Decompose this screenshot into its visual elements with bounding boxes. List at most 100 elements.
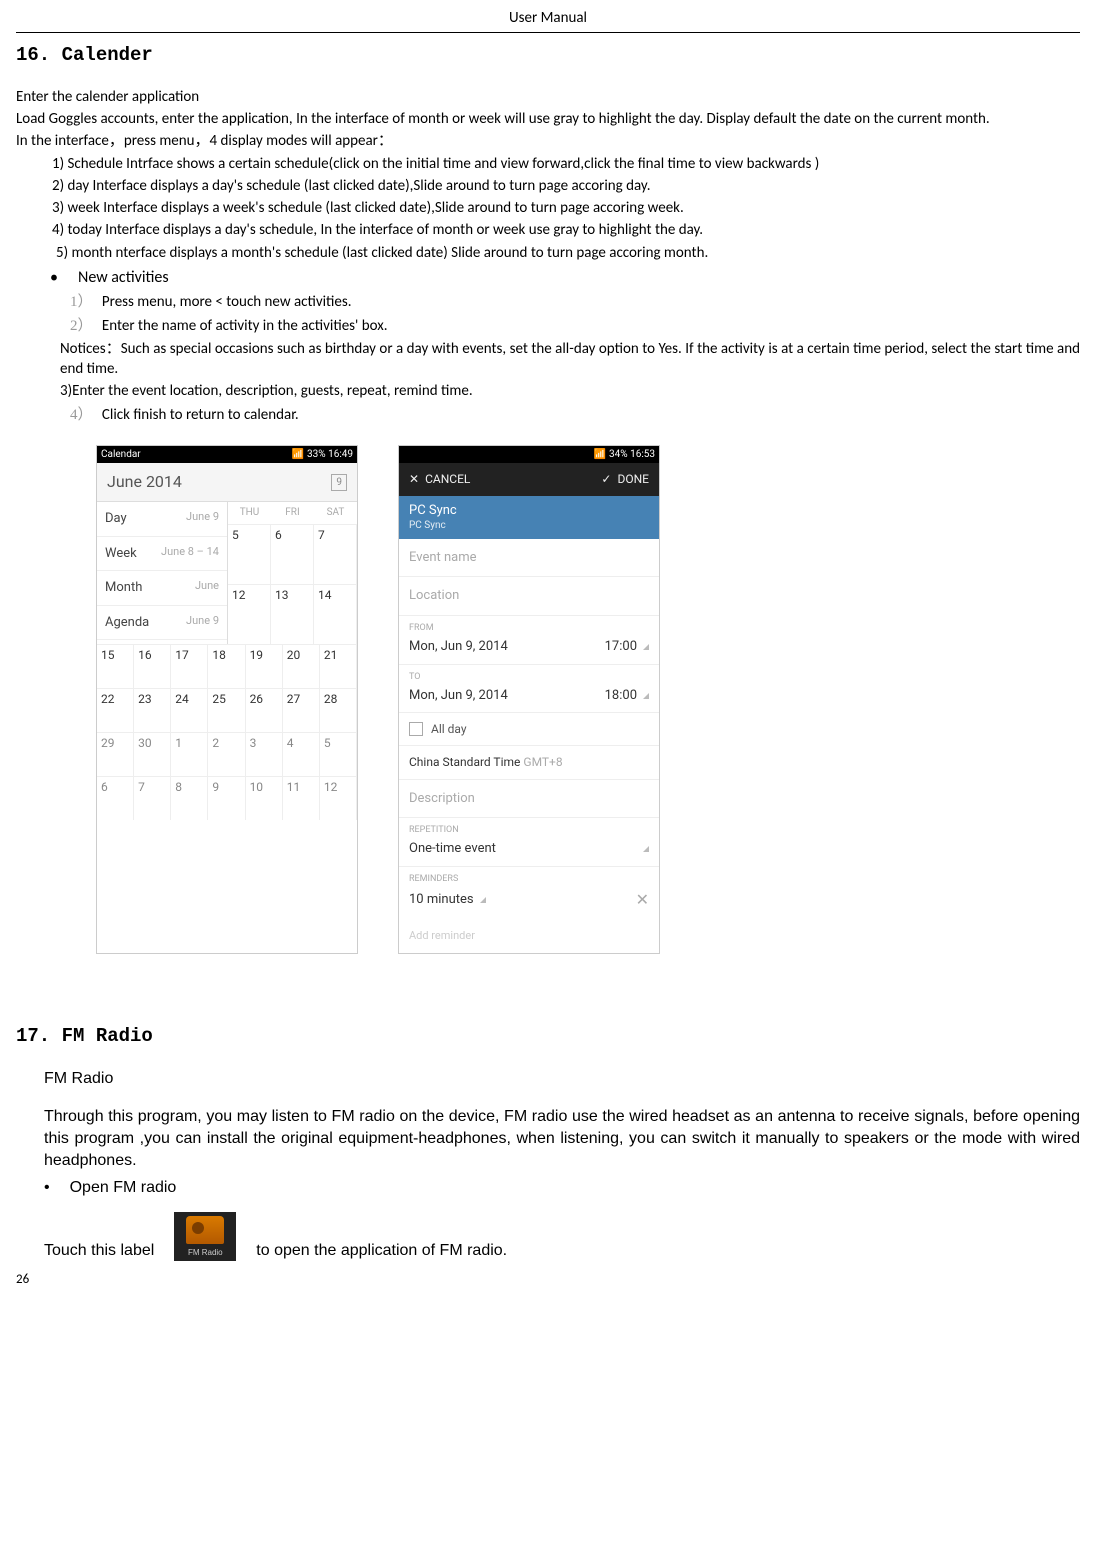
done-button[interactable]: ✓ DONE bbox=[601, 471, 649, 487]
add-reminder[interactable]: Add reminder bbox=[399, 919, 659, 954]
step-1-num: 1） bbox=[70, 294, 93, 310]
checkbox-icon[interactable] bbox=[409, 722, 423, 736]
remove-reminder-icon[interactable]: ✕ bbox=[636, 889, 649, 911]
bullet-dot-icon: • bbox=[50, 267, 78, 289]
fm-touch-row: Touch this label FM Radio to open the ap… bbox=[44, 1212, 1080, 1261]
calendar-cell[interactable]: 20 bbox=[283, 644, 320, 688]
bullet-dot-icon: • bbox=[44, 1177, 50, 1199]
calendar-cell[interactable]: 26 bbox=[246, 688, 283, 732]
calendar-cell[interactable]: 8 bbox=[171, 776, 208, 820]
calendar-cell[interactable]: 16 bbox=[134, 644, 171, 688]
step-2-num: 2） bbox=[70, 318, 93, 334]
calendar-cell[interactable]: 22 bbox=[97, 688, 134, 732]
reminder-value: 10 minutes bbox=[409, 892, 474, 907]
weekday-label: THU bbox=[228, 502, 271, 524]
battery-text: 33% 16:49 bbox=[307, 448, 353, 462]
calendar-cell[interactable]: 7 bbox=[134, 776, 171, 820]
calendar-cell[interactable]: 10 bbox=[246, 776, 283, 820]
dropdown-icon bbox=[643, 846, 649, 852]
calendar-cell[interactable]: 21 bbox=[320, 644, 357, 688]
calendar-cell[interactable]: 28 bbox=[320, 688, 357, 732]
view-menu-item[interactable]: DayJune 9 bbox=[97, 502, 227, 537]
calendar-cell[interactable]: 3 bbox=[246, 732, 283, 776]
status-bar: Calendar 📶 33% 16:49 bbox=[97, 446, 357, 464]
weekday-label: SAT bbox=[314, 502, 357, 524]
event-name-field[interactable]: Event name bbox=[399, 539, 659, 578]
calendar-cell[interactable]: 25 bbox=[208, 688, 245, 732]
calendar-cell[interactable]: 17 bbox=[171, 644, 208, 688]
status-left: Calendar bbox=[101, 448, 141, 462]
screenshot-calendar-month: Calendar 📶 33% 16:49 June 2014 9 DayJune… bbox=[96, 445, 358, 954]
repetition-row[interactable]: One-time event bbox=[399, 836, 659, 867]
calendar-cell[interactable]: 24 bbox=[171, 688, 208, 732]
calendar-cell[interactable]: 5 bbox=[228, 524, 271, 584]
calendar-cell[interactable]: 5 bbox=[320, 732, 357, 776]
location-field[interactable]: Location bbox=[399, 577, 659, 616]
cancel-button[interactable]: ✕ CANCEL bbox=[409, 471, 470, 487]
step-1: 1） Press menu, more < touch new activiti… bbox=[16, 292, 1080, 312]
view-menu-item[interactable]: MonthJune bbox=[97, 571, 227, 606]
timezone-name: China Standard Time bbox=[409, 755, 520, 769]
mode-3: 3) week Interface displays a week's sche… bbox=[16, 198, 1080, 218]
calendar-cell[interactable]: 23 bbox=[134, 688, 171, 732]
fm-radio-icon[interactable]: FM Radio bbox=[174, 1212, 236, 1261]
calendar-cell[interactable]: 12 bbox=[320, 776, 357, 820]
calendar-cell[interactable]: 7 bbox=[314, 524, 357, 584]
signal-icon: 📶 bbox=[292, 448, 304, 462]
calendar-cell[interactable]: 13 bbox=[271, 584, 314, 644]
weekday-header: THUFRISAT bbox=[228, 502, 357, 524]
done-label: DONE bbox=[617, 471, 649, 487]
calendar-cell[interactable]: 11 bbox=[283, 776, 320, 820]
all-day-row[interactable]: All day bbox=[399, 713, 659, 746]
calendar-cell[interactable]: 2 bbox=[208, 732, 245, 776]
weekday-label: FRI bbox=[271, 502, 314, 524]
calendar-cell[interactable]: 9 bbox=[208, 776, 245, 820]
view-menu-item[interactable]: AgendaJune 9 bbox=[97, 606, 227, 641]
all-day-label: All day bbox=[431, 721, 467, 737]
sync-title: PC Sync bbox=[409, 502, 649, 520]
calendar-month-title: June 2014 bbox=[107, 471, 182, 493]
status-bar: 📶 34% 16:53 bbox=[399, 446, 659, 464]
calendar-account[interactable]: PC Sync PC Sync bbox=[399, 496, 659, 539]
mode-4: 4) today Interface displays a day's sche… bbox=[16, 220, 1080, 240]
dropdown-icon bbox=[643, 693, 649, 699]
page-header: User Manual bbox=[16, 8, 1080, 33]
step-3: 3)Enter the event location, description,… bbox=[16, 381, 1080, 401]
section-17-title: 17. FM Radio bbox=[16, 1024, 1080, 1050]
calendar-cell[interactable]: 29 bbox=[97, 732, 134, 776]
calendar-cell[interactable]: 4 bbox=[283, 732, 320, 776]
step-4-num: 4） bbox=[70, 407, 93, 423]
timezone-row[interactable]: China Standard Time GMT+8 bbox=[399, 746, 659, 779]
calendar-header[interactable]: June 2014 9 bbox=[97, 463, 357, 502]
cancel-label: CANCEL bbox=[425, 471, 470, 487]
from-label: FROM bbox=[399, 616, 659, 634]
fm-bullet: • Open FM radio bbox=[44, 1177, 1080, 1199]
page-number: 26 bbox=[16, 1271, 1080, 1289]
to-label: TO bbox=[399, 665, 659, 683]
view-menu-item[interactable]: WeekJune 8 – 14 bbox=[97, 537, 227, 572]
to-row[interactable]: Mon, Jun 9, 2014 18:00 bbox=[399, 683, 659, 714]
calendar-cell[interactable]: 18 bbox=[208, 644, 245, 688]
calendar-grid: 1516171819202122232425262728293012345678… bbox=[97, 644, 357, 820]
step-2-text: Enter the name of activity in the activi… bbox=[102, 317, 388, 335]
step-1-text: Press menu, more < touch new activities. bbox=[102, 293, 352, 311]
calendar-cell[interactable]: 12 bbox=[228, 584, 271, 644]
fm-body: Through this program, you may listen to … bbox=[44, 1106, 1080, 1173]
calendar-cell[interactable]: 14 bbox=[314, 584, 357, 644]
para-interface: In the interface，press menu，4 display mo… bbox=[16, 131, 1080, 151]
reminder-row[interactable]: 10 minutes ✕ bbox=[399, 885, 659, 919]
calendar-cell[interactable]: 27 bbox=[283, 688, 320, 732]
from-row[interactable]: Mon, Jun 9, 2014 17:00 bbox=[399, 634, 659, 665]
calendar-cell[interactable]: 1 bbox=[171, 732, 208, 776]
description-field[interactable]: Description bbox=[399, 780, 659, 819]
calendar-cell[interactable]: 15 bbox=[97, 644, 134, 688]
para-load: Load Goggles accounts, enter the applica… bbox=[16, 109, 1080, 129]
step-2: 2） Enter the name of activity in the act… bbox=[16, 316, 1080, 336]
to-date: Mon, Jun 9, 2014 bbox=[409, 687, 508, 705]
check-icon: ✓ bbox=[601, 471, 611, 487]
calendar-cell[interactable]: 6 bbox=[97, 776, 134, 820]
today-icon[interactable]: 9 bbox=[331, 474, 347, 492]
calendar-cell[interactable]: 30 bbox=[134, 732, 171, 776]
calendar-cell[interactable]: 19 bbox=[246, 644, 283, 688]
calendar-cell[interactable]: 6 bbox=[271, 524, 314, 584]
